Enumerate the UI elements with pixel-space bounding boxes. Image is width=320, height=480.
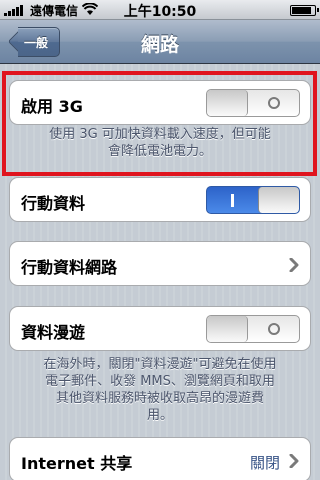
data-roaming-footer-line: 其他資料服務時被收取高昂的漫遊費 — [55, 391, 264, 406]
internet-sharing-row[interactable]: Internet 共享 關閉 — [9, 437, 311, 480]
data-roaming-footer: 在海外時，關閉"資料漫遊"可避免在使用 電子郵件、收發 MMS、瀏覽網頁和取用 … — [14, 356, 306, 424]
navigation-bar: 一般 網路 — [0, 20, 320, 64]
data-roaming-row: 資料漫遊 — [9, 306, 311, 351]
internet-sharing-value: 關閉 — [249, 454, 280, 472]
data-roaming-switch[interactable] — [206, 315, 300, 343]
data-roaming-footer-line: 電子郵件、收發 MMS、瀏覽網頁和取用 — [45, 374, 275, 389]
status-bar: 遠傳電信 上午10:50 — [0, 0, 320, 20]
cellular-network-label: 行動資料網路 — [21, 258, 118, 277]
data-roaming-label: 資料漫遊 — [21, 323, 86, 342]
data-roaming-footer-line: 用。 — [146, 408, 173, 423]
switch-thumb — [207, 316, 248, 342]
cellular-network-row[interactable]: 行動資料網路 — [9, 241, 311, 286]
internet-sharing-label: Internet 共享 — [21, 454, 133, 473]
switch-on-icon — [231, 194, 234, 207]
back-button-label: 一般 — [24, 36, 49, 50]
chevron-right-icon — [289, 454, 299, 468]
battery-icon — [290, 5, 319, 16]
cellular-data-row: 行動資料 — [9, 177, 311, 222]
switch-thumb — [258, 187, 299, 213]
switch-off-icon — [268, 323, 280, 335]
highlight-box — [2, 71, 317, 176]
cellular-data-label: 行動資料 — [21, 194, 86, 213]
data-roaming-footer-line: 在海外時，關閉"資料漫遊"可避免在使用 — [43, 357, 277, 372]
cellular-data-switch[interactable] — [206, 186, 300, 214]
status-time: 上午10:50 — [123, 4, 197, 20]
chevron-right-icon — [289, 258, 299, 272]
